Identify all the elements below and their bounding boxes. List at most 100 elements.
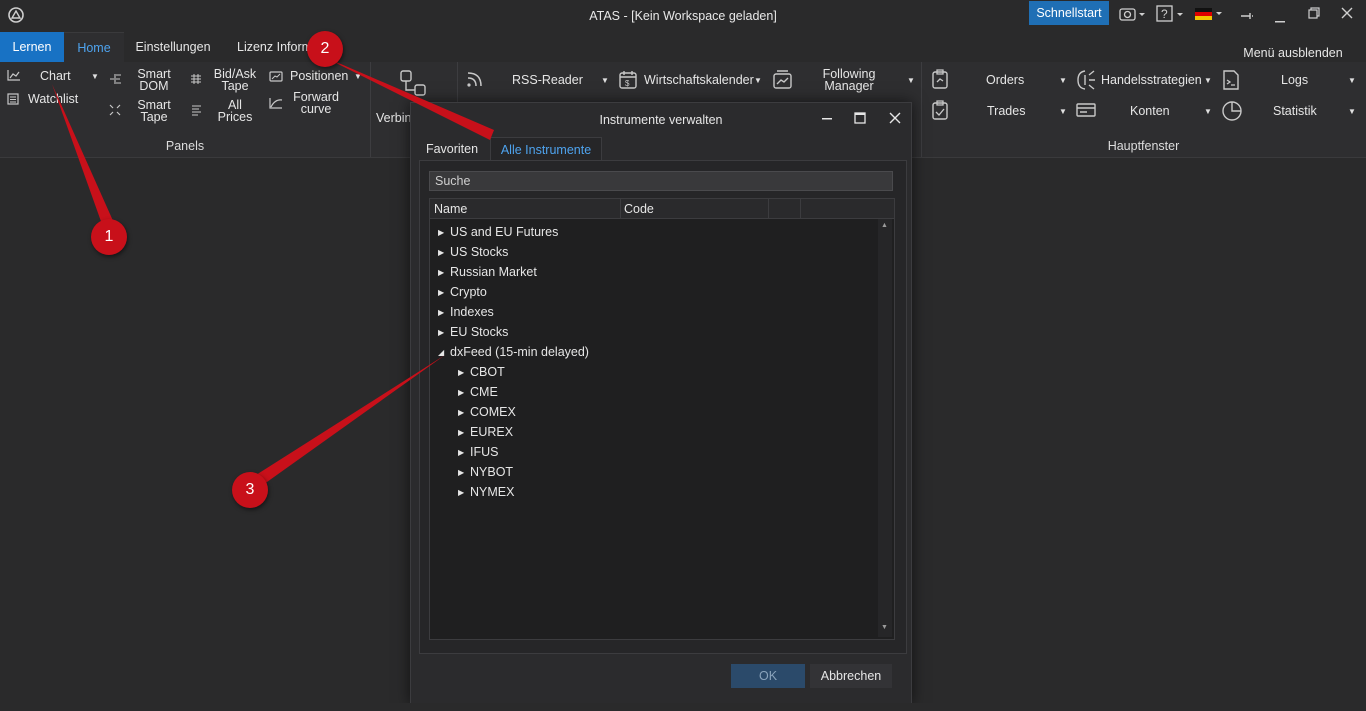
tree-row-label: IFUS xyxy=(470,445,499,459)
strategies-dropdown-icon[interactable]: ▼ xyxy=(1204,76,1212,85)
tree-row-label: Russian Market xyxy=(450,265,537,279)
tree-row[interactable]: ▶ CME xyxy=(430,382,876,402)
scroll-down-icon[interactable]: ▼ xyxy=(881,624,888,631)
chart-button[interactable]: Chart xyxy=(40,70,71,83)
tree-row[interactable]: ▶ IFUS xyxy=(430,442,876,462)
tab-einstellungen[interactable]: Einstellungen xyxy=(128,32,218,62)
expand-icon[interactable]: ▶ xyxy=(458,408,470,417)
collapse-icon[interactable]: ◢ xyxy=(438,348,450,357)
smart-dom-label-2: DOM xyxy=(139,79,169,93)
statistics-dropdown-icon[interactable]: ▼ xyxy=(1348,107,1356,116)
dialog-maximize-icon[interactable] xyxy=(854,111,866,127)
chart-dropdown-icon[interactable]: ▼ xyxy=(91,72,99,81)
rss-dropdown-icon[interactable]: ▼ xyxy=(601,76,609,85)
tree-row[interactable]: ▶ EU Stocks xyxy=(430,322,876,342)
bidask-label-2: Tape xyxy=(221,79,249,93)
maximize-icon[interactable] xyxy=(1308,7,1320,22)
search-input[interactable]: Suche xyxy=(429,171,893,191)
trades-dropdown-icon[interactable]: ▼ xyxy=(1059,107,1067,116)
tree-row[interactable]: ▶ Crypto xyxy=(430,282,876,302)
positions-icon xyxy=(269,69,284,86)
expand-icon[interactable]: ▶ xyxy=(458,448,470,457)
column-header-code[interactable]: Code xyxy=(624,202,654,216)
tree-row[interactable]: ▶ NYMEX xyxy=(430,482,876,502)
camera-icon[interactable] xyxy=(1119,6,1147,25)
forward-curve-button[interactable]: Forward curve xyxy=(290,91,342,116)
tree-row[interactable]: ▶ Russian Market xyxy=(430,262,876,282)
orders-button[interactable]: Orders xyxy=(986,74,1024,87)
tab-all-instruments[interactable]: Alle Instrumente xyxy=(490,137,602,162)
all-prices-label-2: Prices xyxy=(217,110,253,124)
tab-lernen[interactable]: Lernen xyxy=(0,32,64,62)
forward-label-2: curve xyxy=(300,102,332,116)
watchlist-icon xyxy=(7,92,20,108)
positions-dropdown-icon[interactable]: ▼ xyxy=(354,72,362,81)
expand-icon[interactable]: ▶ xyxy=(458,368,470,377)
expand-icon[interactable]: ▶ xyxy=(438,248,450,257)
ribbon-separator xyxy=(370,62,371,157)
trades-button[interactable]: Trades xyxy=(987,105,1025,118)
expand-icon[interactable]: ▶ xyxy=(458,388,470,397)
help-icon[interactable]: ? xyxy=(1156,5,1188,26)
ok-button[interactable]: OK xyxy=(731,664,805,688)
all-prices-button[interactable]: All Prices xyxy=(212,99,258,124)
tree-row[interactable]: ▶ US and EU Futures xyxy=(430,222,876,242)
positions-button[interactable]: Positionen xyxy=(290,70,348,83)
cancel-button[interactable]: Abbrechen xyxy=(810,664,892,688)
search-placeholder: Suche xyxy=(435,174,471,188)
dialog-close-icon[interactable] xyxy=(889,111,901,127)
close-icon[interactable] xyxy=(1341,7,1353,22)
expand-icon[interactable]: ▶ xyxy=(438,268,450,277)
expand-icon[interactable]: ▶ xyxy=(438,308,450,317)
tab-favorites[interactable]: Favoriten xyxy=(419,137,485,161)
trades-icon xyxy=(931,100,951,123)
dialog-minimize-icon[interactable] xyxy=(821,111,833,127)
expand-icon[interactable]: ▶ xyxy=(438,288,450,297)
expand-icon[interactable]: ▶ xyxy=(458,488,470,497)
expand-icon[interactable]: ▶ xyxy=(438,228,450,237)
logs-dropdown-icon[interactable]: ▼ xyxy=(1348,76,1356,85)
minimize-icon[interactable] xyxy=(1275,12,1287,27)
trading-strategies-button[interactable]: Handelsstrategien xyxy=(1101,74,1202,87)
smart-dom-button[interactable]: Smart DOM xyxy=(136,68,172,93)
tree-row-label: NYMEX xyxy=(470,485,515,499)
expand-icon[interactable]: ▶ xyxy=(438,328,450,337)
smart-tape-button[interactable]: Smart Tape xyxy=(136,99,172,124)
tree-row[interactable]: ▶ US Stocks xyxy=(430,242,876,262)
economic-calendar-button[interactable]: Wirtschaftskalender xyxy=(644,74,754,87)
column-header-name[interactable]: Name xyxy=(434,202,467,216)
watchlist-button[interactable]: Watchlist xyxy=(28,93,78,106)
tree-row-label: COMEX xyxy=(470,405,516,419)
flag-de-icon[interactable] xyxy=(1195,8,1227,23)
panels-group-label: Panels xyxy=(165,139,205,153)
expand-icon[interactable]: ▶ xyxy=(458,468,470,477)
scroll-up-icon[interactable]: ▲ xyxy=(881,222,888,229)
orders-icon xyxy=(931,69,951,92)
tree-row[interactable]: ◢ dxFeed (15-min delayed) xyxy=(430,342,876,362)
vertical-scrollbar[interactable]: ▲ ▼ xyxy=(878,219,892,637)
logs-button[interactable]: Logs xyxy=(1281,74,1308,87)
statistics-button[interactable]: Statistik xyxy=(1273,105,1317,118)
smart-dom-icon xyxy=(108,72,122,89)
bidask-tape-button[interactable]: Bid/Ask Tape xyxy=(212,68,258,93)
tree-row-label: Indexes xyxy=(450,305,494,319)
quick-start-button[interactable]: Schnellstart xyxy=(1029,1,1109,25)
pin-icon[interactable] xyxy=(1240,9,1254,24)
tree-row[interactable]: ▶ Indexes xyxy=(430,302,876,322)
calendar-dropdown-icon[interactable]: ▼ xyxy=(754,76,762,85)
expand-icon[interactable]: ▶ xyxy=(458,428,470,437)
tree-row[interactable]: ▶ COMEX xyxy=(430,402,876,422)
connection-button[interactable]: Verbin xyxy=(376,112,411,125)
following-dropdown-icon[interactable]: ▼ xyxy=(907,76,915,85)
accounts-dropdown-icon[interactable]: ▼ xyxy=(1204,107,1212,116)
chart-icon xyxy=(7,69,21,84)
tree-row-label: US and EU Futures xyxy=(450,225,559,239)
tree-row[interactable]: ▶ EUREX xyxy=(430,422,876,442)
orders-dropdown-icon[interactable]: ▼ xyxy=(1059,76,1067,85)
tree-row[interactable]: ▶ NYBOT xyxy=(430,462,876,482)
tab-home[interactable]: Home xyxy=(64,32,124,63)
rss-reader-button[interactable]: RSS-Reader xyxy=(512,74,583,87)
accounts-button[interactable]: Konten xyxy=(1130,105,1170,118)
tree-row[interactable]: ▶ CBOT xyxy=(430,362,876,382)
following-manager-button[interactable]: Following Manager xyxy=(818,68,880,93)
